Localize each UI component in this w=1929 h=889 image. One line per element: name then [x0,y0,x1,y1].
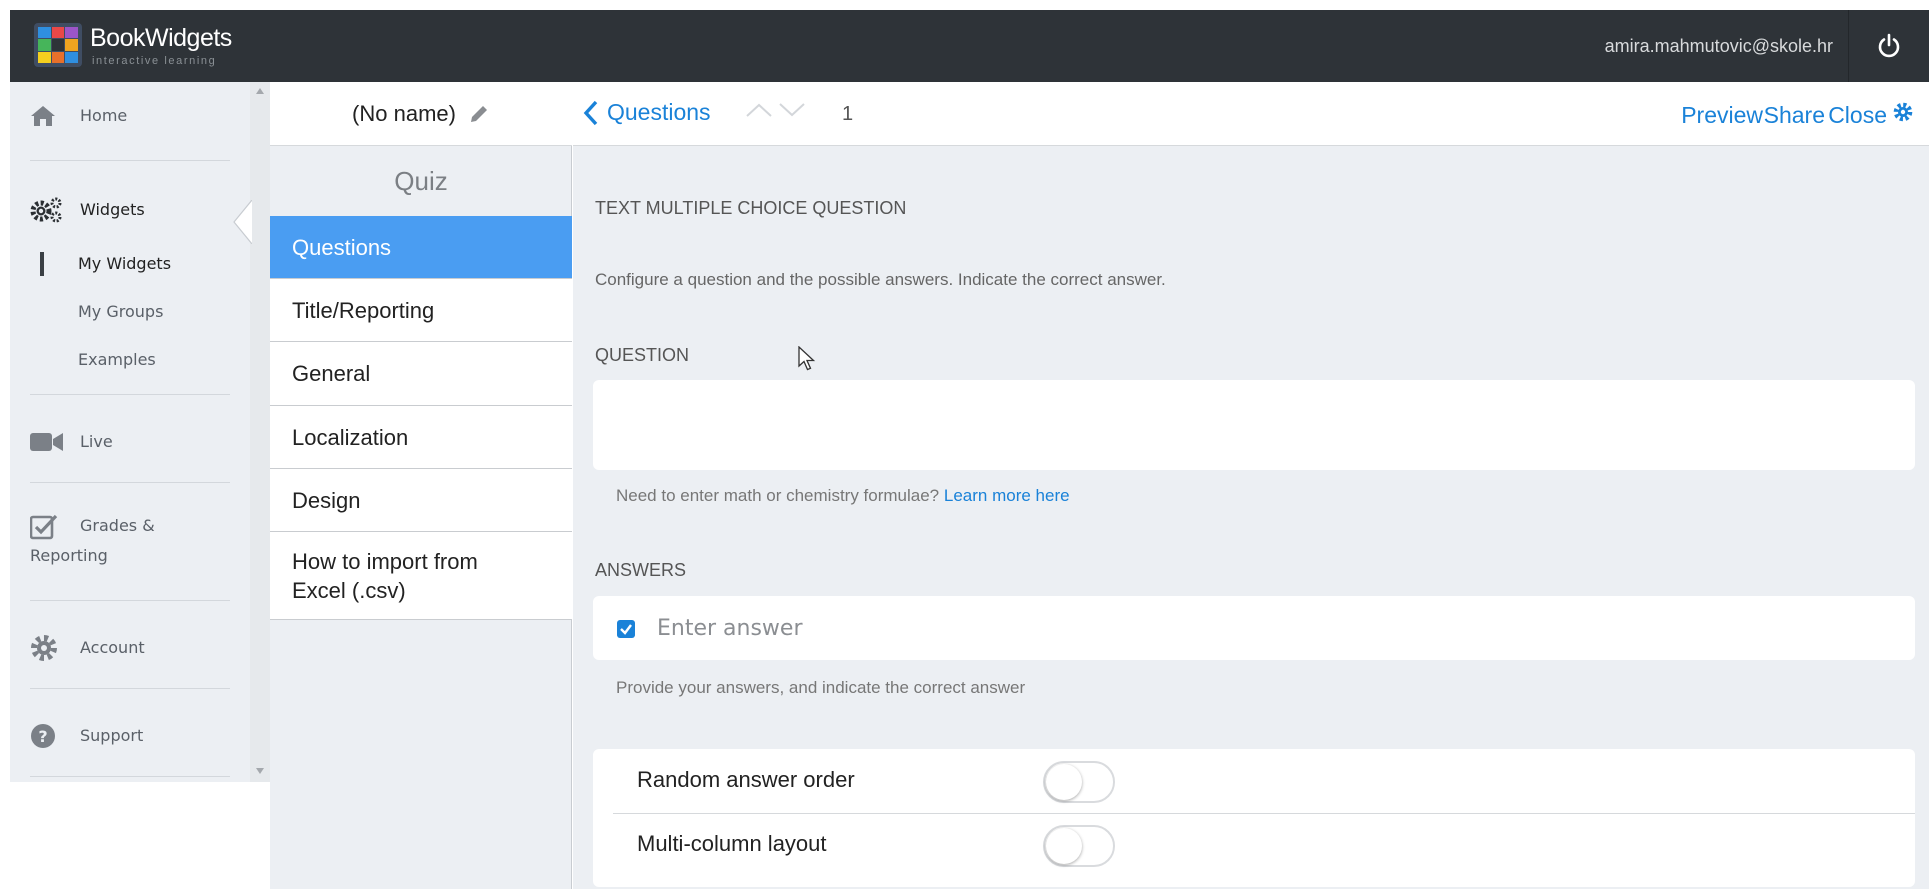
power-icon [1878,33,1900,58]
top-bar: BookWidgets interactive learning amira.m… [10,10,1929,82]
question-input[interactable] [593,380,1915,470]
left-navigation: Home Widgets My Widgets My Groups Exampl… [10,82,270,782]
chevron-left-icon [583,100,598,125]
learn-more-link[interactable]: Learn more here [944,486,1070,505]
multi-column-toggle[interactable] [1043,825,1115,867]
nav-label-grades: Grades & [80,516,155,535]
nav-label-widgets: Widgets [80,200,145,219]
random-order-toggle[interactable] [1043,761,1115,803]
svg-text:?: ? [38,727,47,746]
user-email[interactable]: amira.mahmutovic@skole.hr [1605,36,1833,57]
nav-item-home[interactable]: Home [10,96,250,136]
question-circle-icon: ? [31,724,55,748]
nav-divider [30,600,230,601]
nav-item-support[interactable]: ? Support [10,716,250,756]
previous-question-chevron-icon[interactable] [745,101,773,119]
option-label-multi-column: Multi-column layout [637,831,827,856]
brand-tagline: interactive learning [92,55,217,67]
nav-label-home: Home [80,106,128,125]
nav-label-reporting: Reporting [30,546,108,565]
menu-item-design[interactable]: Design [270,469,572,532]
nav-label-account: Account [80,638,145,657]
nav-item-live[interactable]: Live [10,422,250,462]
widget-name: (No name) [352,100,456,126]
formula-hint: Need to enter math or chemistry formulae… [616,486,1070,506]
toggle-knob [1046,764,1082,800]
checkbox-icon [30,514,58,540]
question-editor: Questions 1 Preview Share Close TEXT MUL… [573,82,1929,889]
question-type-label: TEXT MULTIPLE CHOICE QUESTION [595,198,907,218]
nav-sub-examples[interactable]: Examples [78,350,156,369]
scroll-up-arrow-icon[interactable] [256,88,264,94]
option-label-random-order: Random answer order [637,767,855,792]
next-question-chevron-icon[interactable] [778,101,806,119]
widget-name-row[interactable]: (No name) [270,82,572,146]
nav-divider [30,776,230,777]
nav-label-live: Live [80,432,113,451]
editor-header: Questions 1 Preview Share Close [573,82,1929,146]
question-type-description: Configure a question and the possible an… [595,270,1166,289]
preview-link[interactable]: Preview [1681,102,1763,129]
answers-section-label: ANSWERS [595,560,687,580]
nav-sub-my-groups[interactable]: My Groups [78,302,163,321]
app-window: BookWidgets interactive learning amira.m… [0,0,1929,889]
nav-item-grades[interactable]: Grades & Reporting [10,506,250,576]
back-label: Questions [607,99,711,125]
correct-answer-checkbox[interactable] [617,620,635,638]
answer-row [593,596,1915,660]
bookwidgets-logo[interactable] [34,23,82,67]
nav-sub-my-widgets[interactable]: My Widgets [78,254,171,273]
nav-divider [30,482,230,483]
answer-input[interactable] [657,612,1857,644]
question-number: 1 [842,103,854,125]
widget-menu-panel: (No name) Quiz Questions Title/Reporting… [270,82,572,889]
gear-icon [31,635,57,661]
nav-scrollbar[interactable] [250,82,270,782]
video-camera-icon [30,433,63,451]
option-multi-column: Multi-column layout [593,813,1915,877]
brand-name: BookWidgets [90,24,232,52]
share-link[interactable]: Share [1764,102,1825,129]
answers-hint: Provide your answers, and indicate the c… [616,678,1026,697]
home-icon [31,106,55,126]
menu-item-title-reporting[interactable]: Title/Reporting [270,279,572,342]
nav-label-support: Support [80,726,144,745]
active-indicator [40,252,44,276]
close-link[interactable]: Close [1828,102,1887,129]
toggle-knob [1046,828,1082,864]
scroll-down-arrow-icon[interactable] [256,768,264,774]
settings-gear-icon[interactable] [1893,102,1913,122]
nav-divider [30,688,230,689]
checkmark-icon [620,624,632,635]
option-random-order: Random answer order [593,749,1915,813]
mouse-cursor-icon [798,346,816,371]
menu-item-localization[interactable]: Localization [270,406,572,469]
pencil-icon[interactable] [468,103,490,125]
gears-icon [30,197,62,223]
logout-button[interactable] [1849,10,1929,82]
back-to-questions-link[interactable]: Questions [583,99,711,126]
menu-item-import-csv[interactable]: How to import from Excel (.csv) [270,532,572,620]
options-panel: Random answer order Multi-column layout [593,749,1915,887]
nav-item-widgets[interactable]: Widgets [10,190,250,230]
nav-divider [30,160,230,161]
collapse-nav-icon[interactable] [232,200,252,244]
nav-item-account[interactable]: Account [10,628,250,668]
question-section-label: QUESTION [595,345,690,365]
menu-item-questions[interactable]: Questions [270,216,572,279]
menu-item-general[interactable]: General [270,342,572,406]
nav-divider [30,394,230,395]
widget-type-title: Quiz [394,166,448,196]
formula-hint-text: Need to enter math or chemistry formulae… [616,486,940,505]
